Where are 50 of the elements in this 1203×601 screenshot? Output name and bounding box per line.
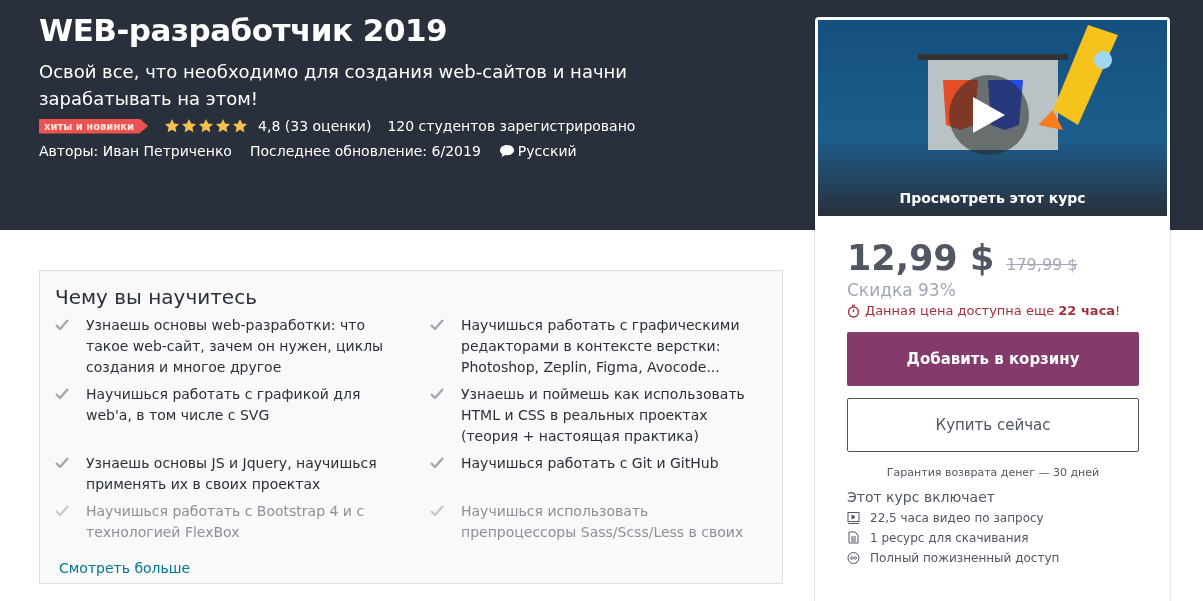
current-price: 12,99 $: [847, 238, 995, 278]
add-to-cart-button[interactable]: Добавить в корзину: [847, 332, 1139, 386]
checkmark-icon: [430, 505, 444, 516]
show-more-link[interactable]: Смотреть больше: [59, 560, 191, 576]
checkmark-icon: [55, 319, 69, 330]
video-icon: [847, 511, 860, 525]
learning-point: Научишься работать с Bootstrap 4 и с технологией FlexBox: [86, 502, 366, 542]
checkmark-icon: [55, 505, 69, 516]
star-icon: [198, 118, 215, 134]
stopwatch-icon: [847, 303, 860, 318]
star-icon: [232, 118, 249, 134]
checkmark-icon: [55, 457, 69, 468]
learning-point: Научишься использовать препроцессоры Sass/Scss/Less в своих: [461, 502, 745, 542]
rating-text: 4,8 (33 оценки): [258, 118, 372, 134]
students-count: 120 студентов зарегистрировано: [387, 118, 636, 134]
infinity-icon: [847, 551, 860, 565]
discount-text: Скидка 93%: [847, 280, 957, 300]
bestseller-badge: хиты и новинки: [39, 118, 149, 134]
section-heading: Чему вы научитесь: [55, 285, 258, 309]
included-feature: Полный пожизненный доступ: [870, 551, 1060, 565]
document-icon: [847, 531, 860, 545]
included-feature: 1 ресурс для скачивания: [870, 531, 1029, 545]
learning-point: Научишься работать с Git и GitHub: [461, 454, 719, 473]
update-date: Последнее обновление: 6/2019: [249, 143, 481, 159]
included-feature: 22,5 часа видео по запросу: [870, 511, 1044, 525]
authors-text: Авторы: Иван Петриченко: [39, 143, 232, 159]
learning-point: Узнаешь основы JS и Jquery, научишься применять их в своих проектах: [86, 454, 378, 494]
star-icon: [164, 118, 181, 134]
original-price: 179,99 $: [1006, 255, 1078, 274]
learning-point: Научишься работать с графическими редакторами в контексте верстки: Photoshop, Zeplin, Figma, Avocode...: [461, 316, 741, 377]
star-icon: [215, 118, 232, 134]
checkmark-icon: [430, 457, 444, 468]
preview-caption: Просмотреть этот курс: [898, 190, 1087, 206]
learning-point: Узнаешь основы web-разработки: что такое web-сайт, зачем он нужен, циклы создания и многое другое: [86, 316, 385, 377]
speech-bubble-icon: [498, 144, 515, 158]
buy-now-button[interactable]: Купить сейчас: [847, 398, 1139, 452]
course-title: WEB-разработчик 2019: [39, 12, 449, 48]
learning-point: Научишься работать с графикой для web'a, в том числе с SVG: [86, 385, 362, 425]
checkmark-icon: [430, 388, 444, 399]
includes-heading: Этот курс включает: [847, 489, 996, 505]
play-icon: [971, 95, 1007, 135]
language-text: Русский: [517, 143, 577, 159]
course-subtitle: Освой все, что необходимо для создания web-сайтов и начни зарабатывать на этом!: [39, 60, 629, 111]
learning-point: Узнаешь и поймешь как использовать HTML и CSS в реальных проектах (теория + настоящая практика): [461, 385, 746, 446]
checkmark-icon: [430, 319, 444, 330]
deadline-notice: Данная цена доступна еще 22 часа!: [865, 303, 1121, 318]
guarantee-text: Гарантия возврата денег — 30 дней: [885, 466, 1101, 479]
video-preview[interactable]: Просмотреть этот курс: [818, 20, 1167, 216]
checkmark-icon: [55, 388, 69, 399]
star-icon: [181, 118, 198, 134]
